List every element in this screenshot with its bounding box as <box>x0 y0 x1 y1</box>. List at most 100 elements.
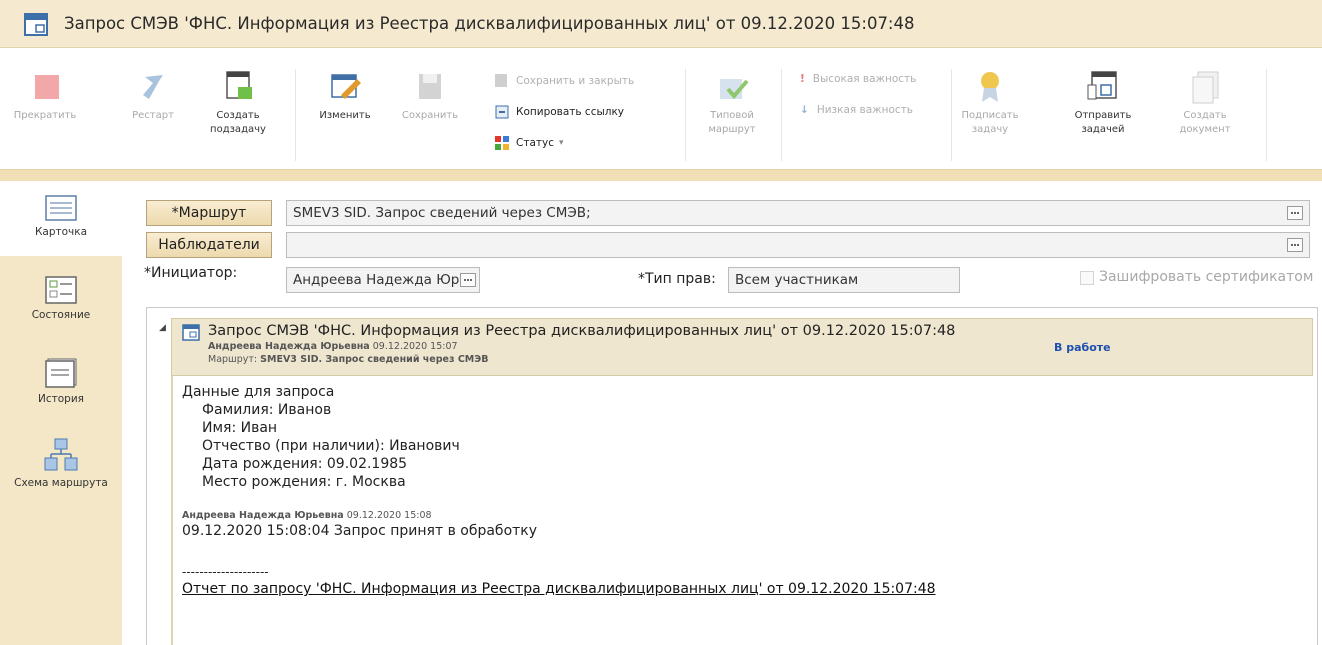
sidebar-item-state[interactable]: Состояние <box>0 276 122 321</box>
sign-task-label-1: Подписать <box>961 110 1019 121</box>
task-author: Андреева Надежда Юрьевна <box>208 341 370 352</box>
save-button[interactable]: Сохранить <box>395 69 465 123</box>
comment-date: 09.12.2020 15:08 <box>346 510 432 521</box>
save-close-button[interactable]: Сохранить и закрыть <box>494 73 634 89</box>
edit-icon <box>331 74 361 99</box>
high-importance-button[interactable]: ! Высокая важность <box>800 73 916 85</box>
stop-icon <box>35 75 59 99</box>
task-body-indent <box>171 376 173 645</box>
floppy-disk-icon <box>419 74 441 99</box>
stop-label: Прекратить <box>13 110 77 121</box>
create-subtask-icon <box>226 71 252 99</box>
watchers-button[interactable]: Наблюдатели <box>146 232 272 258</box>
toolbar: Прекратить Рестарт Создать подзадачу Изм… <box>0 49 1322 169</box>
task-route-value: SMEV3 SID. Запрос сведений через СМЭВ <box>260 354 489 365</box>
left-sidebar: Карточка Состояние История Схема маршрут… <box>0 181 122 645</box>
low-importance-button[interactable]: ↓ Низкая важность <box>800 104 913 116</box>
toolbar-divider <box>685 69 686 161</box>
comment-meta: Андреева Надежда Юрьевна 09.12.2020 15:0… <box>182 510 432 521</box>
body-line: Отчество (при наличии): Иванович <box>202 438 460 454</box>
send-as-task-label-2: задачей <box>1081 124 1125 135</box>
document-icon <box>1192 71 1219 104</box>
separator-line: -------------------- <box>182 565 269 579</box>
window-titlebar: Запрос СМЭВ 'ФНС. Информация из Реестра … <box>0 0 1322 48</box>
restart-arrow-icon <box>143 75 163 99</box>
encrypt-checkbox[interactable] <box>1080 271 1094 285</box>
rights-field[interactable]: Всем участникам <box>728 267 960 293</box>
medal-icon <box>981 72 999 102</box>
sidebar-item-route-scheme[interactable]: Схема маршрута <box>0 438 122 489</box>
toolbar-divider <box>295 69 296 161</box>
task-date: 09.12.2020 15:07 <box>372 341 458 352</box>
create-document-label-2: документ <box>1179 124 1231 135</box>
typical-route-icon <box>720 79 749 100</box>
report-link[interactable]: Отчет по запросу 'ФНС. Информация из Рее… <box>182 581 936 597</box>
stop-button[interactable]: Прекратить <box>10 69 80 123</box>
initiator-field[interactable]: Андреева Надежда Юр <box>286 267 480 293</box>
restart-button[interactable]: Рестарт <box>118 69 188 123</box>
typical-route-label-2: маршрут <box>708 124 756 135</box>
edit-button[interactable]: Изменить <box>305 69 385 123</box>
state-icon <box>45 276 77 304</box>
history-icon <box>45 358 77 388</box>
status-grid-icon <box>495 136 509 150</box>
body-line: Место рождения: г. Москва <box>202 474 406 490</box>
watchers-picker-icon[interactable] <box>1287 238 1303 252</box>
task-calendar-icon <box>24 12 48 36</box>
toolbar-divider <box>781 69 782 161</box>
arrow-down-icon: ↓ <box>800 104 809 116</box>
watchers-field[interactable] <box>286 232 1310 258</box>
exclamation-icon: ! <box>800 73 805 85</box>
rights-label: *Тип прав: <box>638 271 716 287</box>
task-panel: ◢ Запрос СМЭВ 'ФНС. Информация из Реестр… <box>146 307 1318 645</box>
sign-task-label-2: задачу <box>971 124 1009 135</box>
toolbar-divider <box>1266 69 1267 161</box>
body-line: Дата рождения: 09.02.1985 <box>202 456 408 472</box>
sidebar-item-label: Карточка <box>34 226 88 238</box>
comment-author: Андреева Надежда Юрьевна <box>182 510 344 521</box>
create-subtask-label-1: Создать <box>216 110 260 121</box>
save-close-icon <box>495 74 507 87</box>
collapse-triangle-icon[interactable]: ◢ <box>159 323 166 333</box>
copy-link-button[interactable]: Копировать ссылку <box>494 104 624 120</box>
comment-text: 09.12.2020 15:08:04 Запрос принят в обра… <box>182 523 538 539</box>
toolbar-divider <box>951 69 952 161</box>
route-button[interactable]: *Маршрут <box>146 200 272 226</box>
edit-label: Изменить <box>319 110 371 121</box>
create-subtask-label-2: подзадачу <box>210 124 266 135</box>
typical-route-button[interactable]: Типовой маршрут <box>692 69 772 137</box>
task-author-line: Андреева Надежда Юрьевна 09.12.2020 15:0… <box>208 341 458 352</box>
sidebar-item-history[interactable]: История <box>0 358 122 405</box>
sidebar-item-label: История <box>38 393 84 405</box>
copy-link-icon <box>495 105 509 119</box>
initiator-picker-icon[interactable] <box>460 273 476 287</box>
toolbar-bottom-strip <box>0 169 1322 181</box>
route-field[interactable]: SMEV3 SID. Запрос сведений через СМЭВ; <box>286 200 1310 226</box>
create-document-button[interactable]: Создать документ <box>1170 69 1240 137</box>
sidebar-item-label: Схема маршрута <box>14 477 108 489</box>
initiator-label: *Инициатор: <box>144 265 238 281</box>
send-as-task-button[interactable]: Отправить задачей <box>1063 69 1143 137</box>
route-scheme-icon <box>44 438 78 471</box>
create-subtask-button[interactable]: Создать подзадачу <box>198 69 278 137</box>
task-title: Запрос СМЭВ 'ФНС. Информация из Реестра … <box>208 323 956 339</box>
task-calendar-icon <box>182 324 200 341</box>
task-header: Запрос СМЭВ 'ФНС. Информация из Реестра … <box>171 318 1313 376</box>
save-label: Сохранить <box>401 110 459 121</box>
task-route-label: Маршрут: <box>208 354 258 365</box>
encrypt-label: Зашифровать сертификатом <box>1099 269 1314 285</box>
status-dropdown[interactable]: Статус ▾ <box>494 135 564 151</box>
chevron-down-icon: ▾ <box>559 138 564 148</box>
sign-task-button[interactable]: Подписать задачу <box>955 69 1025 137</box>
sidebar-item-label: Состояние <box>31 309 91 321</box>
task-route-line: Маршрут: SMEV3 SID. Запрос сведений чере… <box>208 354 488 365</box>
body-line: Данные для запроса <box>182 384 335 400</box>
body-line: Фамилия: Иванов <box>202 402 332 418</box>
typical-route-label-1: Типовой <box>710 110 754 121</box>
route-picker-icon[interactable] <box>1287 206 1303 220</box>
sidebar-item-card[interactable]: Карточка <box>0 195 122 238</box>
body-line: Имя: Иван <box>202 420 278 436</box>
send-task-icon <box>1087 71 1117 100</box>
send-as-task-label-1: Отправить <box>1074 110 1132 121</box>
window-title: Запрос СМЭВ 'ФНС. Информация из Реестра … <box>64 14 915 33</box>
